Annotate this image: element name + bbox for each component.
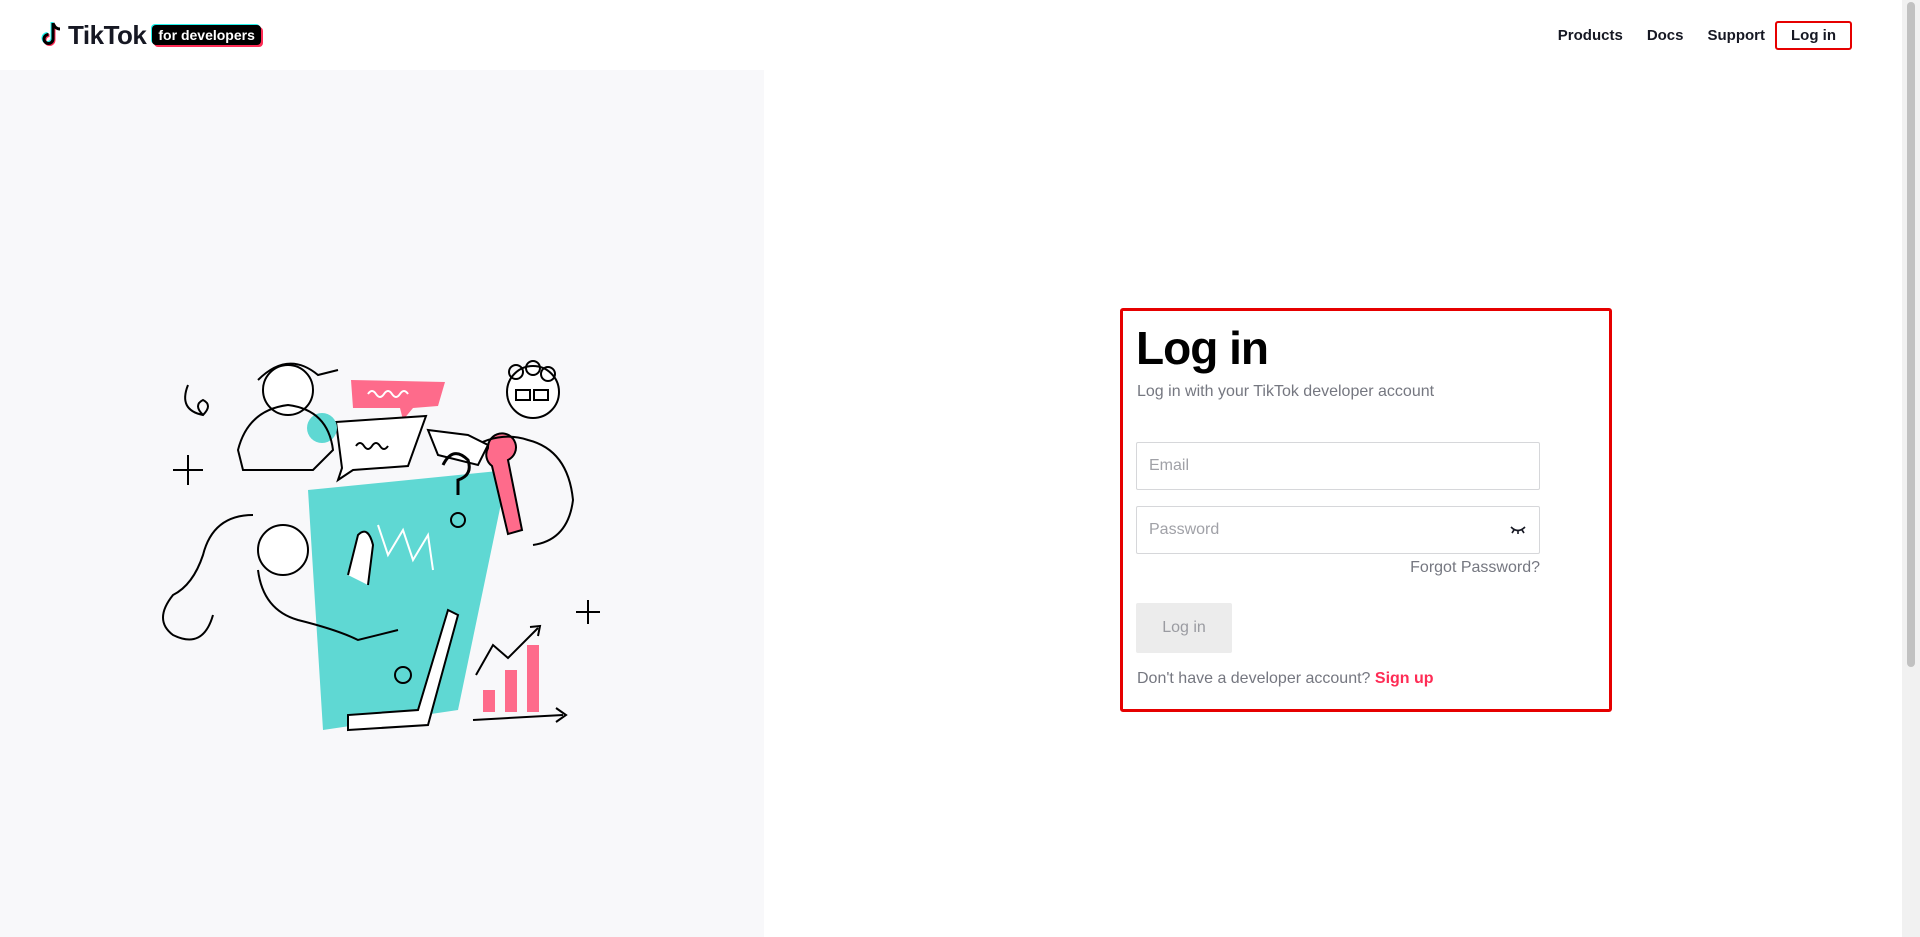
page-title: Log in	[1136, 322, 1269, 374]
nav-products[interactable]: Products	[1558, 27, 1623, 44]
tiktok-developers-logo[interactable]: TikTok for developers	[40, 20, 261, 50]
illustration-panel	[0, 70, 764, 937]
scrollbar-thumb[interactable]	[1907, 2, 1915, 667]
email-field[interactable]	[1136, 442, 1540, 490]
nav-support[interactable]: Support	[1708, 27, 1766, 44]
password-input[interactable]	[1137, 507, 1501, 553]
page-scrollbar[interactable]	[1902, 0, 1920, 937]
developers-collaboration-illustration	[162, 360, 600, 732]
top-header: TikTok for developers Products Docs Supp…	[0, 0, 1902, 70]
email-input[interactable]	[1137, 443, 1501, 489]
signup-row: Don't have a developer account? Sign up	[1137, 670, 1434, 688]
main-nav: Products Docs Support Log in	[1534, 20, 1902, 50]
password-field[interactable]	[1136, 506, 1540, 554]
logo-badge: for developers	[152, 25, 261, 45]
eye-closed-icon[interactable]	[1509, 522, 1527, 538]
nav-docs[interactable]: Docs	[1647, 27, 1684, 44]
signup-link[interactable]: Sign up	[1375, 670, 1434, 687]
nav-login-button[interactable]: Log in	[1775, 20, 1852, 50]
page-subtitle: Log in with your TikTok developer accoun…	[1137, 383, 1435, 400]
login-submit-button[interactable]: Log in	[1136, 603, 1232, 653]
tiktok-note-icon	[41, 22, 61, 46]
logo-wordmark: TikTok	[68, 19, 147, 50]
forgot-password-link[interactable]: Forgot Password?	[1136, 559, 1540, 577]
login-form-card: Log in Log in with your TikTok developer…	[1120, 308, 1612, 712]
signup-prompt: Don't have a developer account?	[1137, 670, 1371, 687]
